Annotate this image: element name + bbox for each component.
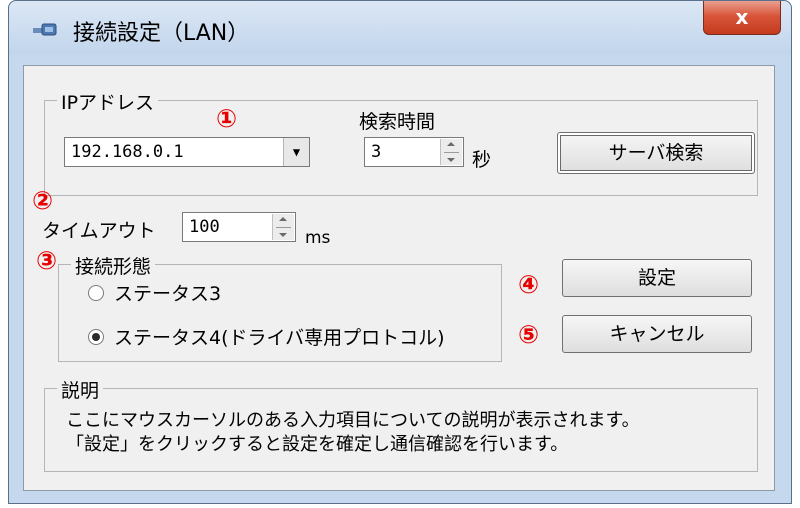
marker-4: ④ [518, 270, 540, 299]
marker-1: ① [216, 104, 238, 133]
ip-address-combobox[interactable]: 192.168.0.1 ▼ [64, 137, 310, 167]
search-time-input[interactable]: 3 [364, 137, 464, 167]
close-button[interactable]: x [703, 1, 781, 35]
timeout-spinner[interactable] [272, 214, 294, 240]
timeout-unit: ms [305, 228, 331, 248]
timeout-label: タイムアウト [42, 220, 156, 242]
dialog-body: IPアドレス 192.168.0.1 ▼ 検索時間 3 秒 サーバ検索 タイムア… [23, 65, 775, 491]
timeout-input[interactable]: 100 [182, 212, 296, 242]
dialog-window: 接続設定（LAN） x IPアドレス 192.168.0.1 ▼ 検索時間 3 … [8, 0, 792, 504]
ip-address-legend: IPアドレス [57, 88, 159, 115]
description-line-2: 「設定」をクリックすると設定を確定し通信確認を行います。 [66, 434, 569, 455]
title-bar: 接続設定（LAN） x [9, 1, 791, 55]
marker-5: ⑤ [518, 320, 540, 349]
status3-label[interactable]: ステータス3 [114, 279, 221, 306]
search-time-spinner[interactable] [440, 139, 462, 165]
description-line-1: ここにマウスカーソルのある入力項目についての説明が表示されます。 [66, 410, 640, 431]
search-time-value: 3 [371, 142, 382, 162]
ip-address-value: 192.168.0.1 [71, 142, 184, 162]
server-search-button[interactable]: サーバ検索 [557, 132, 755, 174]
search-time-unit: 秒 [472, 149, 492, 171]
status3-radio[interactable] [88, 285, 104, 301]
connection-type-legend: 接続形態 [71, 252, 156, 279]
settings-button[interactable]: 設定 [562, 259, 752, 297]
search-time-label: 検索時間 [359, 111, 436, 133]
marker-2: ② [32, 186, 54, 215]
description-legend: 説明 [57, 376, 104, 403]
network-icon [33, 23, 57, 36]
chevron-down-icon[interactable]: ▼ [283, 138, 309, 166]
timeout-value: 100 [189, 217, 220, 237]
cancel-button[interactable]: キャンセル [562, 315, 752, 353]
status4-label[interactable]: ステータス4(ドライバ専用プロトコル) [114, 323, 445, 350]
window-title: 接続設定（LAN） [73, 21, 250, 46]
marker-3: ③ [36, 246, 58, 275]
status4-radio[interactable] [88, 329, 104, 345]
